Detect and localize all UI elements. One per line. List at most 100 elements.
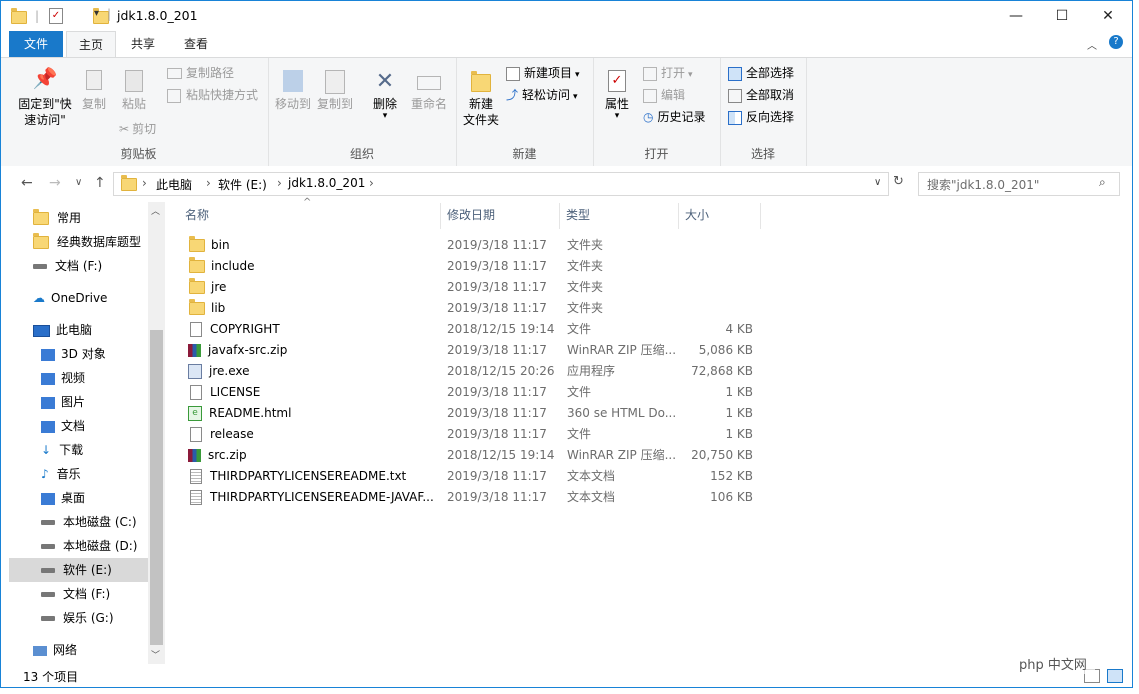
nav-item[interactable]: 桌面 xyxy=(9,486,149,510)
breadcrumb-drive-e[interactable]: 软件 (E:) xyxy=(218,176,267,193)
nav-item[interactable]: 娱乐 (G:) xyxy=(9,606,149,630)
paste-button[interactable]: 粘贴 xyxy=(117,70,151,112)
paste-shortcut-button[interactable]: 粘贴快捷方式 xyxy=(167,86,258,104)
scroll-down-icon[interactable]: ﹀ xyxy=(151,648,160,661)
file-row[interactable]: LICENSE 2019/3/18 11:17 文件 1 KB xyxy=(185,382,765,403)
nav-item[interactable]: 此电脑 xyxy=(9,318,149,342)
collapse-ribbon-icon[interactable]: ︿ xyxy=(1087,37,1097,52)
search-input[interactable]: 搜索"jdk1.8.0_201" xyxy=(927,176,1039,193)
edit-button[interactable]: 编辑 xyxy=(643,86,685,104)
pin-quick-access-button[interactable]: 📌 固定到"快 速访问" xyxy=(15,66,75,128)
nav-item[interactable]: 软件 (E:) xyxy=(9,558,149,582)
pin-icon: 📌 xyxy=(32,66,58,90)
nav-item[interactable]: 文档 (F:) xyxy=(9,582,149,606)
open-button[interactable]: 打开 ▾ xyxy=(643,64,693,82)
file-size: 1 KB xyxy=(725,385,753,399)
nav-item[interactable]: ☁ OneDrive xyxy=(9,286,149,310)
file-name: LICENSE xyxy=(210,385,261,399)
nav-item[interactable]: ↓ 下载 xyxy=(9,438,149,462)
nav-item[interactable]: 本地磁盘 (D:) xyxy=(9,534,149,558)
nav-item-label: 文档 xyxy=(61,419,86,433)
copy-path-button[interactable]: 复制路径 xyxy=(167,64,234,82)
file-row[interactable]: include 2019/3/18 11:17 文件夹 xyxy=(185,256,765,277)
nav-item[interactable]: 常用 xyxy=(9,206,149,230)
file-row[interactable]: e README.html 2019/3/18 11:17 360 se HTML D… xyxy=(185,403,765,424)
computer-icon xyxy=(33,324,50,337)
file-row[interactable]: THIRDPARTYLICENSEREADME.txt 2019/3/18 11:… xyxy=(185,466,765,487)
move-to-button[interactable]: 移动到 xyxy=(274,70,312,112)
scroll-up-icon[interactable]: ︿ xyxy=(151,204,160,217)
new-folder-button[interactable]: 新建 文件夹 xyxy=(460,70,502,128)
large-icons-view-icon[interactable] xyxy=(1107,669,1123,683)
file-row[interactable]: lib 2019/3/18 11:17 文件夹 xyxy=(185,298,765,319)
select-none-button[interactable]: 全部取消 xyxy=(728,86,794,104)
nav-item[interactable]: 文档 xyxy=(9,414,149,438)
delete-button[interactable]: ✕ 删除 ▾ xyxy=(368,70,402,121)
refresh-icon[interactable]: ↻ xyxy=(893,174,904,189)
file-type: 360 se HTML Do... xyxy=(567,406,677,420)
new-item-button[interactable]: 新建项目 ▾ xyxy=(506,64,580,82)
forward-arrow-icon[interactable]: → xyxy=(49,175,61,191)
properties-quick-icon[interactable]: ✓ xyxy=(49,8,63,24)
nav-item[interactable]: 本地磁盘 (C:) xyxy=(9,510,149,534)
file-row[interactable]: jre 2019/3/18 11:17 文件夹 xyxy=(185,277,765,298)
file-row[interactable]: release 2019/3/18 11:17 文件 1 KB xyxy=(185,424,765,445)
file-list-header: ^ 名称 修改日期 类型 大小 xyxy=(179,197,779,229)
file-size: 4 KB xyxy=(725,322,753,336)
new-folder-icon xyxy=(471,71,491,92)
cut-button[interactable]: ✂ 剪切 xyxy=(119,120,156,138)
tab-view[interactable]: 查看 xyxy=(172,31,220,57)
nav-item[interactable]: ♪ 音乐 xyxy=(9,462,149,486)
nav-item[interactable]: 视频 xyxy=(9,366,149,390)
breadcrumb-jdk[interactable]: jdk1.8.0_201 xyxy=(288,176,365,190)
file-row[interactable]: COPYRIGHT 2018/12/15 19:14 文件 4 KB xyxy=(185,319,765,340)
copy-to-button[interactable]: 复制到 xyxy=(316,70,354,112)
help-icon[interactable]: ? xyxy=(1109,35,1123,49)
search-icon[interactable]: ⌕ xyxy=(1099,175,1106,190)
search-box[interactable]: 搜索"jdk1.8.0_201" ⌕ xyxy=(918,172,1120,196)
ribbon-group-organize: 移动到 复制到 ✕ 删除 ▾ 重命名 组织 xyxy=(268,58,457,166)
tab-file[interactable]: 文件 xyxy=(9,31,64,57)
rename-button[interactable]: 重命名 xyxy=(408,70,450,112)
file-row[interactable]: jre.exe 2018/12/15 20:26 应用程序 72,868 KB xyxy=(185,361,765,382)
copy-button[interactable]: 复制 xyxy=(79,70,109,112)
nav-item[interactable]: 网络 xyxy=(9,638,149,662)
minimize-button[interactable]: — xyxy=(993,1,1039,31)
invert-selection-button[interactable]: 反向选择 xyxy=(728,108,794,126)
nav-item[interactable]: 图片 xyxy=(9,390,149,414)
tab-home[interactable]: 主页 xyxy=(66,31,117,58)
picture-icon xyxy=(41,396,55,409)
file-row[interactable]: THIRDPARTYLICENSEREADME-JAVAF... 2019/3/1… xyxy=(185,487,765,508)
address-bar[interactable]: › 此电脑 › 软件 (E:) › jdk1.8.0_201 › ∨ xyxy=(113,172,889,196)
nav-scrollbar[interactable]: ︿ ﹀ xyxy=(148,202,165,664)
scroll-thumb[interactable] xyxy=(150,330,163,645)
file-row[interactable]: javafx-src.zip 2019/3/18 11:17 WinRAR ZIP … xyxy=(185,340,765,361)
tab-share[interactable]: 共享 xyxy=(119,31,167,57)
chevron-down-icon[interactable]: ▾ xyxy=(94,8,99,19)
column-date[interactable]: 修改日期 xyxy=(441,203,560,229)
up-arrow-icon[interactable]: ↑ xyxy=(94,175,106,191)
column-size[interactable]: 大小 xyxy=(679,203,761,229)
nav-item[interactable]: 文档 (F:) xyxy=(9,254,149,278)
breadcrumb-this-pc[interactable]: 此电脑 xyxy=(156,176,192,193)
address-dropdown-icon[interactable]: ∨ xyxy=(874,177,881,188)
copy-path-icon xyxy=(167,68,182,79)
properties-button[interactable]: ✓ 属性 ▾ xyxy=(599,70,635,121)
easy-access-button[interactable]: ⤴ 轻松访问 ▾ xyxy=(506,86,578,104)
nav-item[interactable]: 3D 对象 xyxy=(9,342,149,366)
maximize-button[interactable]: ☐ xyxy=(1039,1,1085,31)
file-date: 2019/3/18 11:17 xyxy=(447,259,547,273)
file-row[interactable]: src.zip 2018/12/15 19:14 WinRAR ZIP 压缩... 2… xyxy=(185,445,765,466)
file-row[interactable]: bin 2019/3/18 11:17 文件夹 xyxy=(185,235,765,256)
column-type[interactable]: 类型 xyxy=(560,203,679,229)
breadcrumb-separator-icon: › xyxy=(142,176,147,190)
back-arrow-icon[interactable]: ← xyxy=(21,175,33,191)
column-name[interactable]: 名称 xyxy=(179,203,441,229)
file-type: 文件 xyxy=(567,427,592,441)
history-button[interactable]: ◷ 历史记录 xyxy=(643,108,706,126)
file-date: 2019/3/18 11:17 xyxy=(447,280,547,294)
close-button[interactable]: ✕ xyxy=(1085,1,1131,31)
select-all-button[interactable]: 全部选择 xyxy=(728,64,794,82)
recent-locations-chevron-icon[interactable]: ∨ xyxy=(75,177,82,188)
nav-item[interactable]: 经典数据库题型 xyxy=(9,230,149,254)
